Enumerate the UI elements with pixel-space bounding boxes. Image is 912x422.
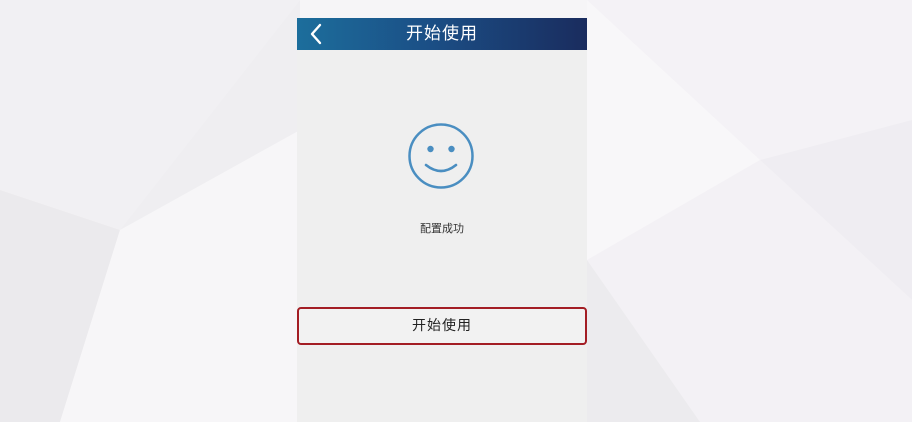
page-title: 开始使用: [406, 24, 478, 44]
phone-screen: 开始使用 配置成功 开始使用: [297, 18, 587, 422]
header-bar: 开始使用: [297, 18, 587, 50]
start-using-button[interactable]: 开始使用: [297, 307, 587, 345]
status-message: 配置成功: [420, 222, 464, 235]
smiley-icon: [408, 123, 474, 189]
